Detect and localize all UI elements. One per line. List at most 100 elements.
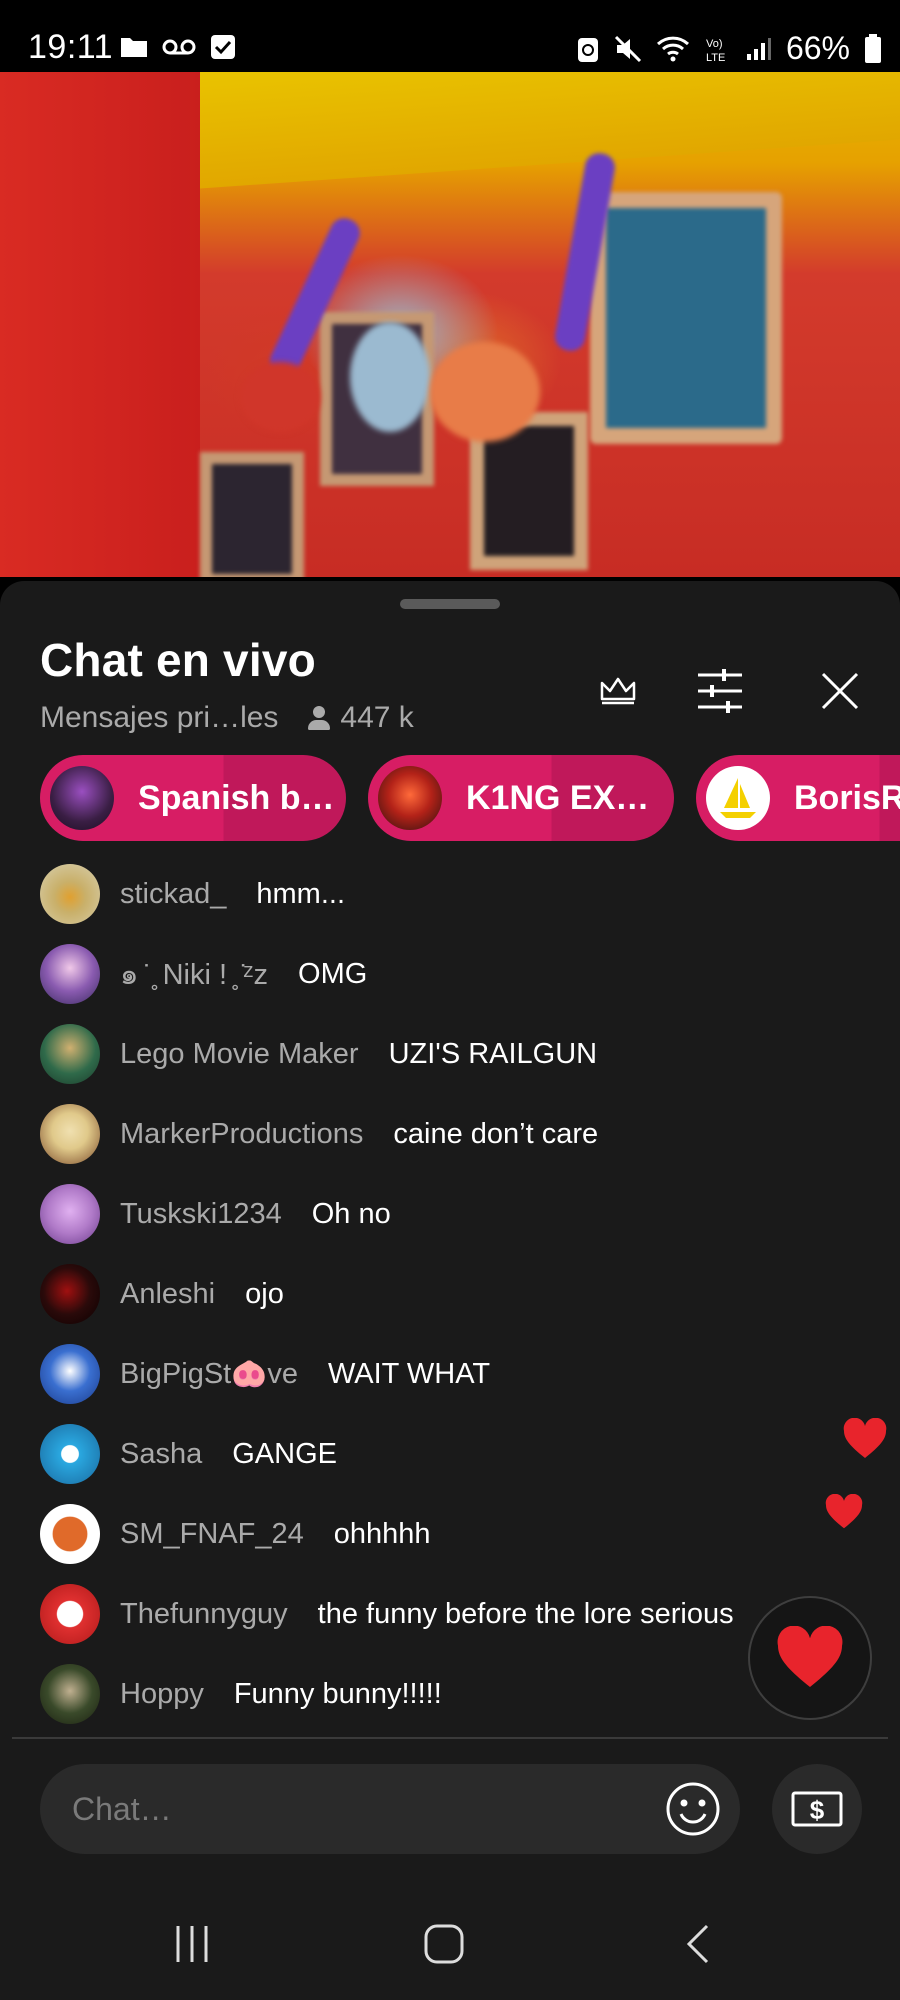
chat-message[interactable]: Hoppy Funny bunny!!!!! (40, 1664, 442, 1724)
smiley-icon[interactable] (664, 1780, 722, 1838)
pinned-chip-label: K1NG EX… (466, 778, 650, 817)
pinned-chip[interactable]: BorisRy (696, 755, 900, 841)
avatar (40, 1264, 100, 1324)
avatar (40, 1664, 100, 1724)
video-wall (0, 72, 200, 577)
video-figure (430, 342, 540, 442)
chat-message[interactable]: ๑ ̇ ̥ Niki ! ̥ ̇ᶻz OMG (40, 944, 367, 1004)
avatar (40, 944, 100, 1004)
chat-input[interactable] (70, 1789, 634, 1829)
dollar-card-icon: $ (791, 1791, 843, 1827)
svg-text:$: $ (810, 1795, 825, 1825)
heart-icon (777, 1626, 843, 1687)
pinned-chip-label: BorisRy (794, 778, 900, 817)
chat-message[interactable]: Sasha GANGE (40, 1424, 337, 1484)
chat-mode-dropdown[interactable]: Mensajes pri…les (40, 701, 278, 735)
message-author[interactable]: Hoppy (120, 1678, 204, 1711)
avatar (378, 766, 442, 830)
message-author[interactable]: Lego Movie Maker (120, 1038, 359, 1071)
video-player[interactable] (0, 72, 900, 577)
chat-input-row: $ (0, 1740, 900, 1890)
message-text: Funny bunny!!!!! (233, 1677, 442, 1710)
avatar (40, 1584, 100, 1644)
avatar (40, 1424, 100, 1484)
status-right-icons: Vo) LTE 66% (576, 30, 882, 67)
chat-message[interactable]: Tuskski1234 Oh no (40, 1184, 391, 1244)
crown-button[interactable] (588, 661, 648, 721)
chat-input-container[interactable] (40, 1764, 740, 1854)
chat-message[interactable]: SM_FNAF_24 ohhhhh (40, 1504, 431, 1564)
folder-icon (121, 38, 147, 57)
pinned-chip[interactable]: K1NG EX… (368, 755, 674, 841)
avatar (40, 1104, 100, 1164)
mute-icon (614, 35, 642, 62)
message-text: GANGE (232, 1437, 337, 1470)
avatar (40, 864, 100, 924)
message-author[interactable]: stickad_ (120, 878, 226, 911)
avatar (50, 766, 114, 830)
chat-message[interactable]: Anleshi ojo (40, 1264, 284, 1324)
message-author[interactable]: Thefunnyguy (120, 1598, 288, 1631)
volte-icon: Vo) LTE (706, 38, 725, 63)
sliders-icon (698, 669, 742, 713)
reaction-heart-button[interactable] (748, 1596, 872, 1720)
close-icon (821, 672, 859, 710)
viewer-count-value: 447 k (340, 701, 414, 734)
message-author[interactable]: Sasha (120, 1438, 202, 1471)
chat-message[interactable]: BigPigSt🐽ve WAIT WHAT (40, 1344, 490, 1404)
battery-icon (865, 33, 881, 63)
video-painting (590, 192, 782, 444)
close-button[interactable] (810, 661, 870, 721)
divider (12, 1737, 888, 1739)
navigation-bar (0, 1890, 900, 2000)
message-author[interactable]: BigPigSt🐽ve (120, 1357, 298, 1391)
message-text: ohhhhh (333, 1517, 431, 1550)
chat-message[interactable]: Thefunnyguy the funny before the lore se… (40, 1584, 734, 1644)
avatar (40, 1504, 100, 1564)
chat-message[interactable]: Lego Movie Maker UZI'S RAILGUN (40, 1024, 597, 1084)
back-button[interactable] (658, 1914, 738, 1974)
avatar (40, 1184, 100, 1244)
pinned-chip[interactable]: Spanish b… (40, 755, 346, 841)
message-text: the funny before the lore serious (317, 1597, 734, 1630)
sailboat-icon (720, 778, 756, 818)
recent-apps-icon (176, 1926, 208, 1962)
chat-message[interactable]: MarkerProductions caine don’t care (40, 1104, 598, 1164)
person-icon (306, 705, 332, 731)
wifi-icon (656, 36, 689, 61)
voicemail-icon (162, 39, 196, 55)
message-text: OMG (298, 957, 368, 990)
home-button[interactable] (404, 1914, 484, 1974)
signal-icon (746, 37, 771, 60)
chat-message[interactable]: stickad_ hmm... (40, 864, 345, 924)
filter-button[interactable] (690, 661, 750, 721)
status-bar: 19:11 Vo) LTE 66% (0, 0, 900, 72)
checkbox-icon (211, 35, 235, 59)
message-author[interactable]: MarkerProductions (120, 1118, 363, 1151)
status-left-icons (120, 34, 236, 60)
message-author[interactable]: SM_FNAF_24 (120, 1518, 304, 1551)
home-icon (424, 1924, 464, 1964)
viewer-count: 447 k (306, 701, 414, 735)
svg-text:LTE: LTE (706, 52, 725, 63)
svg-text:Vo): Vo) (706, 38, 723, 50)
pinned-chip-label: Spanish b… (138, 778, 335, 817)
super-chat-button[interactable]: $ (772, 1764, 862, 1854)
battery-saver-icon (577, 37, 598, 62)
message-author[interactable]: ๑ ̇ ̥ Niki ! ̥ ̇ᶻz (120, 951, 268, 997)
video-figure (350, 322, 430, 432)
message-text: WAIT WHAT (327, 1357, 491, 1390)
crown-icon (600, 677, 636, 705)
drag-handle[interactable] (400, 599, 500, 609)
video-figure (240, 362, 320, 432)
message-text: caine don’t care (393, 1117, 599, 1150)
avatar (40, 1344, 100, 1404)
floating-heart-icon (843, 1418, 887, 1458)
recent-apps-button[interactable] (152, 1914, 232, 1974)
floating-heart-icon (825, 1494, 863, 1529)
video-ceiling (150, 72, 900, 193)
pinned-chips-row: Spanish b… K1NG EX… BorisRy (40, 755, 900, 845)
avatar (40, 1024, 100, 1084)
message-author[interactable]: Anleshi (120, 1278, 215, 1311)
message-author[interactable]: Tuskski1234 (120, 1198, 282, 1231)
